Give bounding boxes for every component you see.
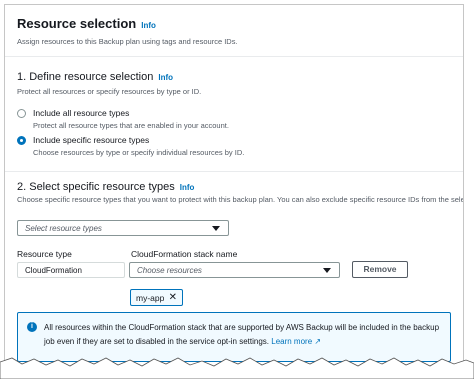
learn-more-link[interactable]: Learn more [271, 337, 312, 346]
remove-button[interactable]: Remove [352, 261, 408, 278]
section2-description: Choose specific resource types that you … [17, 195, 464, 204]
section2-title: 2. Select specific resource types Info [17, 181, 194, 193]
resource-type-value: CloudFormation [25, 266, 82, 275]
radio-label: Include specific resource types [33, 135, 150, 145]
section1-title: 1. Define resource selection Info [17, 71, 173, 83]
panel-header: Resource selection Info [17, 15, 156, 33]
alert-text: All resources within the CloudFormation … [44, 321, 444, 349]
stack-token: my-app ✕ [130, 289, 183, 306]
radio-label: Include all resource types [33, 108, 130, 118]
stack-name-select[interactable]: Choose resources [129, 262, 340, 278]
radio-description: Protect all resource types that are enab… [33, 121, 229, 130]
resource-selection-panel: Resource selection Info Assign resources … [4, 4, 464, 376]
caret-down-icon [323, 268, 331, 273]
external-link-icon[interactable]: ↗ [314, 337, 321, 346]
radio-description: Choose resources by type or specify indi… [33, 148, 245, 157]
info-icon: i [27, 322, 37, 332]
resource-type-field: CloudFormation [17, 262, 125, 278]
stack-placeholder: Choose resources [137, 266, 202, 275]
alert-message: All resources within the CloudFormation … [44, 323, 440, 346]
resource-types-select[interactable]: Select resource types [17, 220, 229, 236]
section2-title-text: 2. Select specific resource types [17, 181, 175, 193]
panel-title: Resource selection [17, 16, 137, 31]
panel-description: Assign resources to this Backup plan usi… [17, 37, 238, 46]
divider [5, 171, 463, 172]
header-info-link[interactable]: Info [141, 21, 156, 30]
info-alert: i All resources within the CloudFormatio… [17, 312, 451, 362]
close-icon[interactable]: ✕ [169, 292, 177, 303]
divider [5, 56, 463, 57]
section1-description: Protect all resources or specify resourc… [17, 87, 202, 96]
token-label: my-app [136, 293, 165, 303]
caret-down-icon [212, 226, 220, 231]
resource-type-label: Resource type [17, 249, 72, 259]
torn-edge [0, 357, 474, 379]
section1-info-link[interactable]: Info [158, 73, 173, 82]
stack-name-label: CloudFormation stack name [131, 249, 238, 259]
radio-button[interactable] [17, 109, 26, 118]
radio-button-selected[interactable] [17, 136, 26, 145]
section1-title-text: 1. Define resource selection [17, 71, 154, 83]
section2-info-link[interactable]: Info [180, 183, 195, 192]
select-placeholder: Select resource types [25, 224, 102, 233]
